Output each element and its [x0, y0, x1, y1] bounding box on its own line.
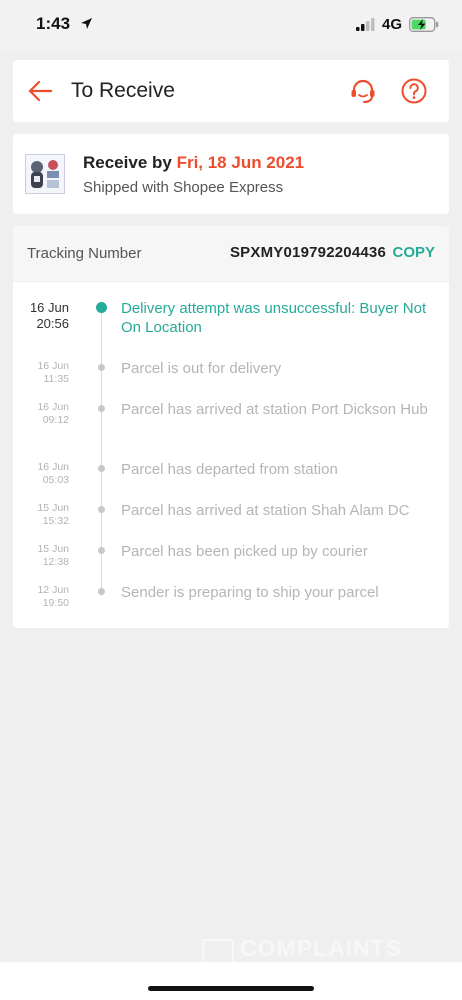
event-date: 16 Jun 20:56 — [21, 300, 69, 332]
event-date: 15 Jun 15:32 — [27, 502, 69, 528]
product-thumbnail — [25, 154, 65, 194]
event-time: 11:35 — [43, 373, 70, 385]
event-date: 15 Jun 12:38 — [27, 543, 69, 569]
network-type: 4G — [382, 16, 403, 33]
timeline-dot — [98, 364, 105, 371]
event-day: 12 Jun — [37, 584, 69, 596]
cellular-signal-icon — [356, 18, 375, 31]
event-time: 19:50 — [42, 597, 69, 609]
event-day: 16 Jun — [29, 300, 69, 315]
event-description: Parcel is out for delivery — [121, 360, 282, 377]
receive-by-date: Fri, 18 Jun 2021 — [176, 153, 305, 172]
event-time: 09:12 — [42, 414, 69, 426]
timeline-dot — [98, 405, 105, 412]
customer-support-headset-icon[interactable] — [349, 77, 377, 105]
event-description: Sender is preparing to ship your parcel — [121, 584, 379, 601]
event-day: 15 Jun — [37, 502, 69, 514]
delivery-estimate-card: Receive by Fri, 18 Jun 2021 Shipped with… — [13, 134, 449, 214]
receive-by-line: Receive by Fri, 18 Jun 2021 — [83, 153, 304, 173]
status-time: 1:43 — [36, 14, 71, 33]
timeline-dot-active — [96, 302, 107, 313]
event-time: 15:32 — [42, 515, 69, 527]
home-indicator[interactable] — [148, 986, 314, 991]
timeline-dot — [98, 588, 105, 595]
back-arrow-icon[interactable] — [27, 79, 53, 103]
event-description: Parcel has arrived at station Port Dicks… — [121, 401, 428, 418]
event-time: 05:03 — [42, 474, 69, 486]
battery-charging-icon — [409, 17, 439, 32]
event-time: 12:38 — [42, 556, 69, 568]
event-day: 16 Jun — [37, 401, 69, 413]
status-bar: 1:43 4G — [0, 0, 462, 50]
location-arrow-icon — [81, 18, 92, 29]
copy-tracking-button[interactable]: COPY — [392, 244, 435, 261]
page-title: To Receive — [71, 79, 175, 102]
event-date: 16 Jun 05:03 — [27, 461, 69, 487]
timeline-dot — [98, 506, 105, 513]
event-day: 15 Jun — [37, 543, 69, 555]
event-description: Parcel has been picked up by courier — [121, 543, 368, 560]
event-time: 20:56 — [36, 316, 69, 331]
page-header: To Receive — [13, 60, 449, 122]
tracking-card: Tracking Number SPXMY019792204436 COPY 1… — [13, 226, 449, 628]
event-date: 16 Jun 09:12 — [27, 401, 69, 427]
timeline-dot — [98, 547, 105, 554]
event-date: 12 Jun 19:50 — [27, 584, 69, 610]
timeline-dot — [98, 465, 105, 472]
bottom-bar — [0, 962, 462, 1000]
event-description: Parcel has arrived at station Shah Alam … — [121, 502, 410, 519]
shipping-carrier: Shipped with Shopee Express — [83, 179, 284, 196]
event-date: 16 Jun 11:35 — [27, 360, 69, 386]
receive-by-label: Receive by — [83, 153, 177, 172]
event-day: 16 Jun — [37, 360, 69, 372]
event-description: Delivery attempt was unsuccessful: Buyer… — [121, 300, 427, 336]
help-question-icon[interactable] — [401, 78, 427, 104]
watermark-text: COMPLAINTS — [240, 935, 403, 961]
tracking-number-value: SPXMY019792204436 — [229, 244, 386, 261]
event-day: 16 Jun — [37, 461, 69, 473]
tracking-number-row: Tracking Number SPXMY019792204436 COPY — [13, 226, 449, 282]
event-description: Parcel has departed from station — [121, 461, 338, 478]
tracking-number-label: Tracking Number — [27, 245, 142, 262]
